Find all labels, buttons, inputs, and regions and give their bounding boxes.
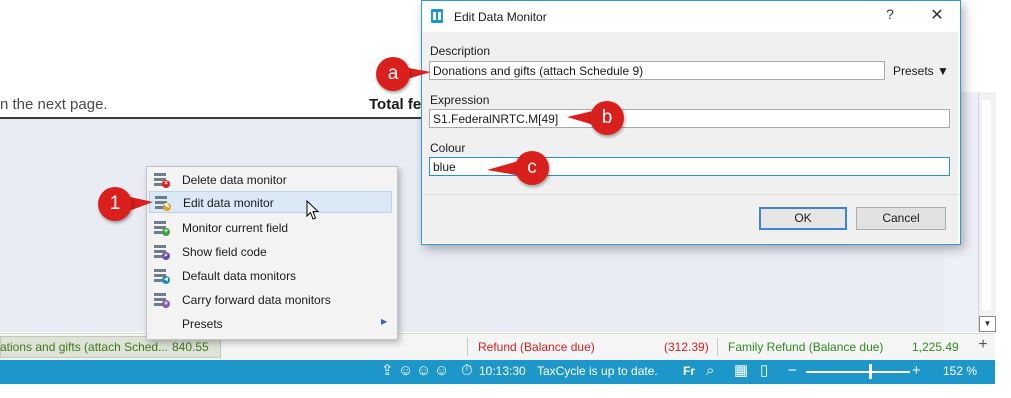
callout-1: 1 bbox=[98, 187, 132, 221]
callout-c: c bbox=[515, 151, 549, 185]
callout-b: b bbox=[590, 101, 624, 135]
callout-a: a bbox=[376, 57, 410, 91]
callout-pointers bbox=[126, 66, 597, 212]
